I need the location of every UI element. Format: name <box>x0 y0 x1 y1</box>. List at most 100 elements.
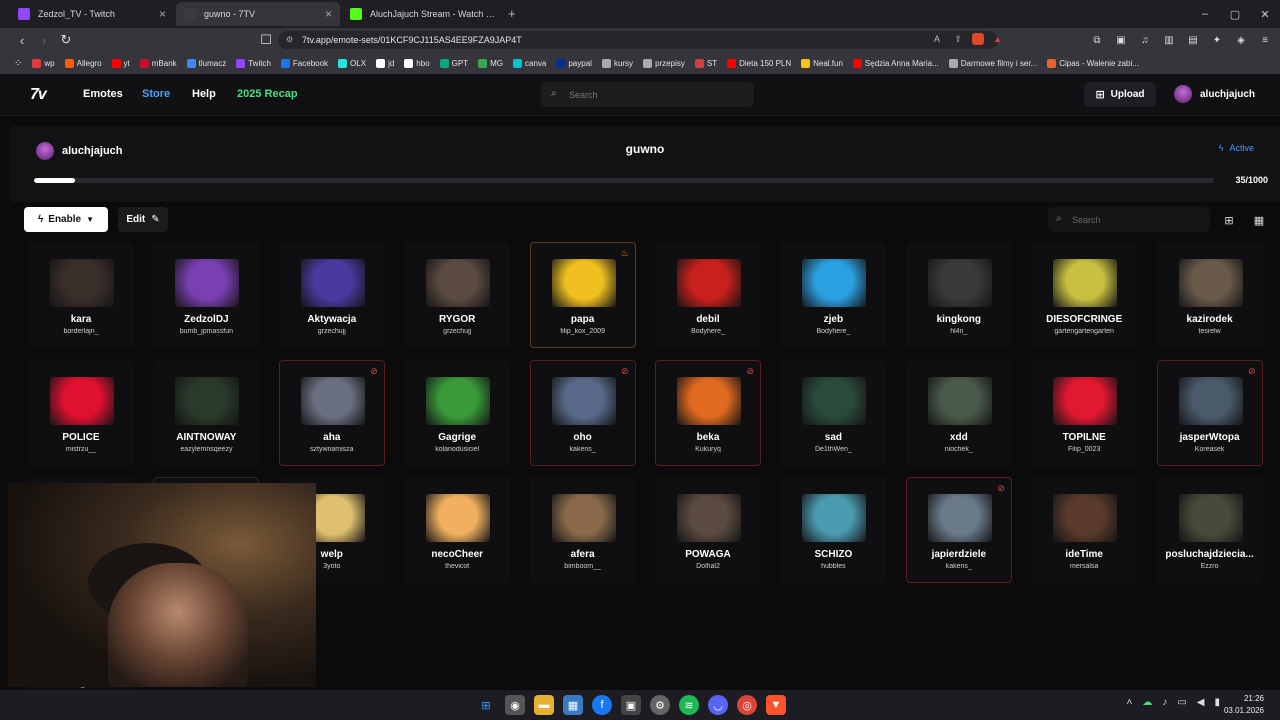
emote-card[interactable]: ideTime mersalsa <box>1031 477 1138 583</box>
7tv-logo[interactable]: 7v <box>30 86 47 104</box>
vpn-icon[interactable]: ◈ <box>1232 31 1250 49</box>
bookmark-item[interactable]: hbo <box>404 58 430 68</box>
camera-icon[interactable]: ◉ <box>505 695 525 715</box>
emote-card[interactable]: Gagrige kolanodusiciel <box>404 359 511 466</box>
url-field[interactable]: ⚙ 7tv.app/emote-sets/01KCF9CJ115AS4EE9FZ… <box>278 31 1002 49</box>
bookmark-item[interactable]: mBank <box>139 58 177 68</box>
battery-icon[interactable]: ▮ <box>1214 697 1220 708</box>
emote-card[interactable]: AINTNOWAY eazylemnsqeezy <box>153 359 260 466</box>
bookmark-icon[interactable]: ☐ <box>256 30 276 50</box>
bookmark-item[interactable]: OLX <box>338 58 366 68</box>
display-icon[interactable]: ▭ <box>1177 697 1186 708</box>
media-icon[interactable]: ♫ <box>1136 31 1154 49</box>
nav-recap[interactable]: 2025 Recap <box>237 88 298 100</box>
emote-card[interactable]: RYGOR grzechujj <box>404 242 511 348</box>
tab-kick[interactable]: AluchJajuch Stream - Watch Live on Kick <box>342 2 506 26</box>
reload-icon[interactable]: ↻ <box>56 30 76 50</box>
emote-card[interactable]: Aktywacja grzechujj <box>278 242 385 348</box>
tab-7tv[interactable]: guwno - 7TV × <box>176 2 340 26</box>
nav-store[interactable]: Store <box>142 88 170 100</box>
emote-card[interactable]: kingkong hl4n_ <box>905 242 1012 348</box>
screenshot-icon[interactable]: ▣ <box>1112 31 1130 49</box>
translate-icon[interactable]: A <box>934 34 940 44</box>
brave-icon[interactable]: ▼ <box>766 695 786 715</box>
sidebar-icon[interactable]: ▥ <box>1160 31 1178 49</box>
bookmark-item[interactable]: wp <box>32 58 55 68</box>
emote-card[interactable]: aha sztywnamisza ⊘ <box>278 359 385 466</box>
emote-card[interactable]: kara borderlajn_ <box>28 242 134 348</box>
close-window-icon[interactable]: ✕ <box>1250 0 1280 28</box>
large-grid-view-icon[interactable]: ⊞ <box>1220 211 1238 229</box>
discord-icon[interactable]: ◡ <box>708 695 728 715</box>
chrome-icon[interactable]: ◎ <box>737 695 757 715</box>
emote-card[interactable]: kazirodek tesrelw <box>1156 242 1263 348</box>
bookmark-item[interactable]: przepisy <box>643 58 685 68</box>
nav-help[interactable]: Help <box>192 88 216 100</box>
bookmark-item[interactable]: tlumacz <box>186 58 226 68</box>
file-explorer-icon[interactable]: ▬ <box>534 695 554 715</box>
wallet-icon[interactable]: ▤ <box>1184 31 1202 49</box>
menu-icon[interactable]: ≡ <box>1256 31 1274 49</box>
bookmark-item[interactable]: Twitch <box>236 58 271 68</box>
minimize-icon[interactable]: – <box>1190 0 1220 28</box>
store-icon[interactable]: ▣ <box>621 695 641 715</box>
emote-card[interactable]: debil Bodyhere_ <box>655 242 761 348</box>
emote-card[interactable]: ZedzolDJ bumb_jpmassfun <box>153 242 260 348</box>
facebook-icon[interactable]: f <box>592 695 612 715</box>
bookmark-item[interactable]: MG <box>478 58 503 68</box>
emote-card[interactable]: oho kakens_ ⊘ <box>529 359 636 466</box>
bookmark-item[interactable]: Darmowe filmy i ser... <box>948 58 1037 68</box>
emote-card[interactable]: SCHIZO hubbles <box>780 477 887 583</box>
user-menu[interactable]: aluchjajuch <box>1174 85 1255 103</box>
site-info-icon[interactable]: ⚙ <box>286 35 293 44</box>
bookmark-item[interactable]: canva <box>513 58 546 68</box>
share-icon[interactable]: ⇪ <box>954 34 962 45</box>
extensions-icon[interactable]: ⧉ <box>1088 31 1106 49</box>
emote-card[interactable]: papa filip_kox_2009 ♨ <box>529 242 636 348</box>
bookmark-item[interactable]: yt <box>111 58 130 68</box>
back-icon[interactable]: ‹ <box>12 30 32 50</box>
bookmark-item[interactable]: paypal <box>556 58 592 68</box>
close-icon[interactable]: × <box>159 7 166 21</box>
search-input[interactable]: ⌕ Search <box>541 82 754 107</box>
emote-card[interactable]: zjeb Bodyhere_ <box>780 242 887 348</box>
windows-start-icon[interactable]: ⊞ <box>476 695 496 715</box>
bookmark-item[interactable]: Facebook <box>280 58 328 68</box>
microphone-icon[interactable]: ♪ <box>1162 697 1167 708</box>
emote-search-input[interactable]: ⌕ Search <box>1048 207 1210 232</box>
bookmark-item[interactable]: kursy <box>601 58 633 68</box>
new-tab-button[interactable]: + <box>508 6 516 21</box>
emote-card[interactable]: afera bimboom__ <box>529 477 636 583</box>
emote-card[interactable]: posluchajdziecia... Ezzro <box>1156 477 1263 583</box>
bookmark-item[interactable]: GPT <box>439 58 468 68</box>
emote-card[interactable]: sad De1thWen_ <box>780 359 887 466</box>
upload-button[interactable]: ⊞ Upload <box>1084 82 1156 107</box>
small-grid-view-icon[interactable]: ▦ <box>1250 211 1268 229</box>
emote-card[interactable]: jasperWtopa Koreasek ⊘ <box>1156 359 1263 466</box>
speaker-icon[interactable]: ◀ <box>1197 697 1205 708</box>
chevron-up-icon[interactable]: ˄ <box>1126 697 1132 708</box>
onedrive-icon[interactable]: ☁ <box>1142 697 1152 708</box>
brave-shield-icon[interactable] <box>972 33 984 45</box>
tab-twitch[interactable]: Zedzol_TV - Twitch × <box>10 2 174 26</box>
enable-button[interactable]: ϟ Enable ▼ <box>24 207 108 232</box>
bookmark-item[interactable]: Dieta 150 PLN <box>727 58 791 68</box>
brave-rewards-icon[interactable]: ▲ <box>993 34 1002 44</box>
bookmark-item[interactable]: Neal.fun <box>801 58 843 68</box>
maximize-icon[interactable]: ▢ <box>1220 0 1250 28</box>
nav-emotes[interactable]: Emotes <box>83 88 123 100</box>
emote-card[interactable]: DIESOFCRINGE gartengartengarten <box>1031 242 1138 348</box>
apps-icon[interactable]: ⁘ <box>14 58 22 69</box>
close-icon[interactable]: × <box>325 7 332 21</box>
calculator-icon[interactable]: ▦ <box>563 695 583 715</box>
emote-card[interactable]: POLICE mistrzu__ <box>28 359 134 466</box>
forward-icon[interactable]: › <box>34 30 54 50</box>
bookmark-item[interactable]: jd <box>376 58 394 68</box>
emote-card[interactable]: necoCheer thevicot <box>404 477 511 583</box>
emote-card[interactable]: xdd niochek_ <box>905 359 1012 466</box>
spotify-icon[interactable]: ≋ <box>679 695 699 715</box>
emote-card[interactable]: TOPILNE Filip_0023 <box>1031 359 1138 466</box>
emote-card[interactable]: japierdziele kakens_ ⊘ <box>905 477 1012 583</box>
emote-card[interactable]: POWAGA Dolhal2 <box>655 477 761 583</box>
bookmark-item[interactable]: Cipas - Walenie zabi... <box>1047 58 1139 68</box>
